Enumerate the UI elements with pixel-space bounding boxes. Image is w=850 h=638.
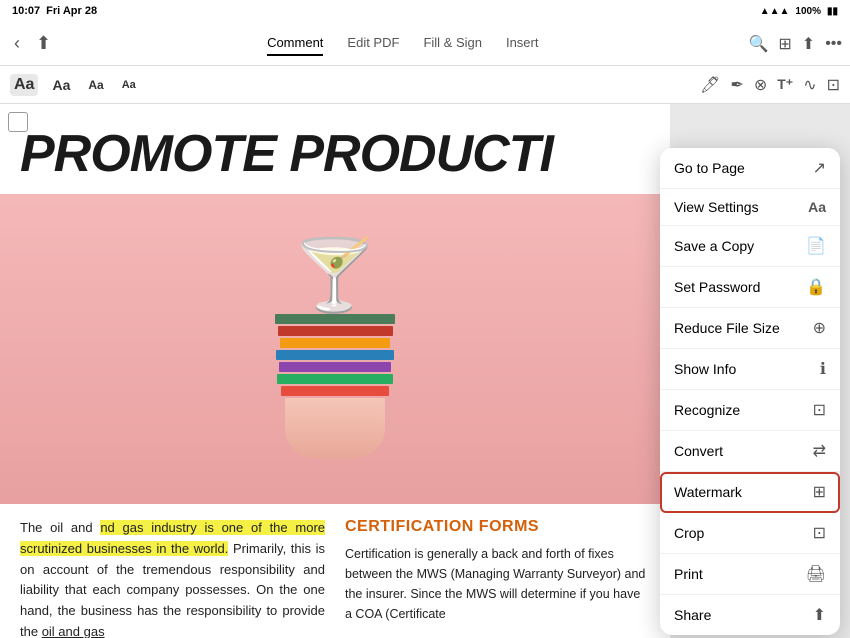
recognize-icon: ⊡ bbox=[813, 400, 826, 420]
menu-item-set-password[interactable]: Set Password 🔒 bbox=[660, 267, 840, 308]
tab-fill-sign[interactable]: Fill & Sign bbox=[423, 31, 482, 56]
menu-item-reduce-file-size[interactable]: Reduce File Size ⊕ bbox=[660, 308, 840, 349]
aa-tiny-button[interactable]: Aa bbox=[118, 77, 140, 93]
eraser-icon[interactable]: ⊗ bbox=[754, 75, 767, 95]
convert-icon: ⇄ bbox=[813, 441, 826, 461]
menu-label-set-password: Set Password bbox=[674, 279, 760, 295]
pdf-page: PROMOTE PRODUCTI 🍸 bbox=[0, 104, 670, 638]
battery-icon: ▮▮ bbox=[827, 6, 838, 17]
stamp-icon[interactable]: ⊡ bbox=[827, 75, 840, 95]
aa-medium-button[interactable]: Aa bbox=[48, 75, 74, 95]
highlighted-text: nd gas industry is one of the more scrut… bbox=[20, 520, 325, 556]
menu-item-crop[interactable]: Crop ⊡ bbox=[660, 513, 840, 554]
pdf-illustration: 🍸 bbox=[275, 240, 395, 458]
reduce-icon: ⊕ bbox=[813, 318, 826, 338]
menu-label-convert: Convert bbox=[674, 443, 723, 459]
menu-item-recognize[interactable]: Recognize ⊡ bbox=[660, 390, 840, 431]
watermark-icon: ⊞ bbox=[813, 482, 826, 502]
info-icon: ℹ bbox=[820, 359, 826, 379]
wifi-icon: ▲▲▲ bbox=[760, 6, 790, 17]
pdf-left-column: The oil and nd gas industry is one of th… bbox=[20, 518, 325, 638]
text-insert-icon[interactable]: T⁺ bbox=[777, 76, 793, 93]
annotation-bar: Aa Aa Aa Aa 🖊 ✒ ⊗ T⁺ ∿ ⊡ bbox=[0, 66, 850, 104]
menu-label-recognize: Recognize bbox=[674, 402, 740, 418]
crop-icon: ⊡ bbox=[813, 523, 826, 543]
tab-insert[interactable]: Insert bbox=[506, 31, 539, 56]
menu-item-convert[interactable]: Convert ⇄ bbox=[660, 431, 840, 472]
underlined-text: oil and gas bbox=[42, 624, 105, 638]
home-button[interactable]: ⬆ bbox=[30, 29, 57, 58]
back-button[interactable]: ‹ bbox=[8, 29, 26, 58]
dropdown-menu: Go to Page ↗ View Settings Aa Save a Cop… bbox=[660, 148, 840, 635]
pdf-right-column: CERTIFICATION FORMS Certification is gen… bbox=[345, 518, 650, 638]
main-content: PROMOTE PRODUCTI 🍸 bbox=[0, 104, 850, 638]
menu-item-go-to-page[interactable]: Go to Page ↗ bbox=[660, 148, 840, 189]
print-icon: 🖨 bbox=[806, 564, 826, 584]
selection-box[interactable] bbox=[8, 112, 28, 132]
password-icon: 🔒 bbox=[806, 277, 826, 297]
status-time: 10:07 bbox=[12, 5, 40, 17]
menu-label-show-info: Show Info bbox=[674, 361, 736, 377]
signature-icon[interactable]: ∿ bbox=[803, 75, 816, 95]
save-copy-icon: 📄 bbox=[806, 236, 826, 256]
highlighter-icon[interactable]: 🖊 bbox=[700, 75, 720, 95]
toolbar-actions: 🔍 ⊞ ⬆ ••• bbox=[748, 34, 842, 54]
share-icon: ⬆ bbox=[813, 605, 826, 625]
pdf-image-area: 🍸 bbox=[0, 194, 670, 504]
goto-icon: ↗ bbox=[813, 158, 826, 178]
menu-label-crop: Crop bbox=[674, 525, 704, 541]
menu-label-save-copy: Save a Copy bbox=[674, 238, 754, 254]
menu-label-go-to-page: Go to Page bbox=[674, 160, 745, 176]
menu-label-view-settings: View Settings bbox=[674, 199, 759, 215]
pdf-title: PROMOTE PRODUCTI bbox=[0, 104, 670, 194]
aa-large-button[interactable]: Aa bbox=[10, 74, 38, 96]
pdf-columns: The oil and nd gas industry is one of th… bbox=[0, 504, 670, 638]
battery-percent: 100% bbox=[795, 6, 821, 17]
more-button[interactable]: ••• bbox=[825, 35, 842, 53]
menu-item-share[interactable]: Share ⬆ bbox=[660, 595, 840, 635]
pen-icon[interactable]: ✒ bbox=[730, 75, 743, 95]
grid-button[interactable]: ⊞ bbox=[778, 34, 791, 54]
menu-item-show-info[interactable]: Show Info ℹ bbox=[660, 349, 840, 390]
menu-item-watermark[interactable]: Watermark ⊞ bbox=[660, 472, 840, 513]
menu-label-share: Share bbox=[674, 607, 711, 623]
search-button[interactable]: 🔍 bbox=[748, 34, 768, 54]
status-bar: 10:07 Fri Apr 28 ▲▲▲ 100% ▮▮ bbox=[0, 0, 850, 22]
status-day: Fri Apr 28 bbox=[46, 5, 97, 17]
menu-label-watermark: Watermark bbox=[674, 484, 742, 500]
menu-label-reduce-file-size: Reduce File Size bbox=[674, 320, 780, 336]
view-settings-icon: Aa bbox=[808, 199, 826, 215]
toolbar: ‹ ⬆ Comment Edit PDF Fill & Sign Insert … bbox=[0, 22, 850, 66]
share-button[interactable]: ⬆ bbox=[802, 34, 815, 54]
tab-comment[interactable]: Comment bbox=[267, 31, 323, 56]
cert-title: CERTIFICATION FORMS bbox=[345, 518, 650, 536]
aa-small-button[interactable]: Aa bbox=[84, 76, 107, 94]
toolbar-tabs: Comment Edit PDF Fill & Sign Insert bbox=[63, 31, 742, 56]
pdf-body-text: The oil and nd gas industry is one of th… bbox=[20, 518, 325, 638]
cert-text: Certification is generally a back and fo… bbox=[345, 544, 650, 624]
menu-item-print[interactable]: Print 🖨 bbox=[660, 554, 840, 595]
menu-label-print: Print bbox=[674, 566, 703, 582]
tab-edit-pdf[interactable]: Edit PDF bbox=[347, 31, 399, 56]
nav-buttons: ‹ ⬆ bbox=[8, 29, 57, 58]
menu-item-save-copy[interactable]: Save a Copy 📄 bbox=[660, 226, 840, 267]
menu-item-view-settings[interactable]: View Settings Aa bbox=[660, 189, 840, 226]
